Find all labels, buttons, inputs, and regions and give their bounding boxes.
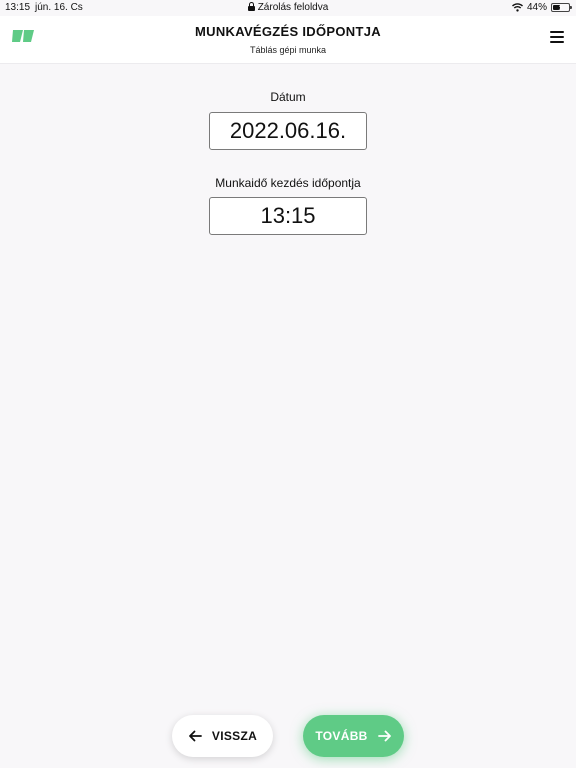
page-subtitle: Táblás gépi munka — [249, 45, 327, 55]
date-field[interactable]: 2022.06.16. — [209, 112, 367, 150]
menu-icon[interactable] — [550, 29, 566, 43]
lock-icon — [247, 2, 255, 11]
next-button-label: TOVÁBB — [315, 729, 368, 743]
back-button[interactable]: VISSZA — [172, 715, 273, 757]
page-title: MUNKAVÉGZÉS IDŐPONTJA — [195, 24, 381, 39]
status-right: 44% ⚡ — [511, 2, 572, 13]
back-button-label: VISSZA — [211, 729, 258, 743]
battery-percent: 44% — [526, 2, 547, 13]
arrow-left-icon — [189, 730, 202, 742]
date-label: Dátum — [270, 90, 306, 104]
status-bar: 13:15 jún. 16. Cs Zárolás feloldva 44% ⚡ — [0, 0, 576, 16]
next-button[interactable]: TOVÁBB — [303, 715, 404, 757]
lock-status-text: Zárolás feloldva — [257, 2, 329, 13]
app-header: MUNKAVÉGZÉS IDŐPONTJA Táblás gépi munka — [0, 16, 576, 64]
start-time-label: Munkaidő kezdés időpontja — [215, 176, 361, 190]
status-lock-indicator: Zárolás feloldva — [0, 2, 576, 13]
start-time-field[interactable]: 13:15 — [209, 197, 367, 235]
wifi-icon — [511, 3, 523, 12]
arrow-right-icon — [377, 730, 391, 742]
battery-icon: ⚡ — [551, 3, 572, 12]
